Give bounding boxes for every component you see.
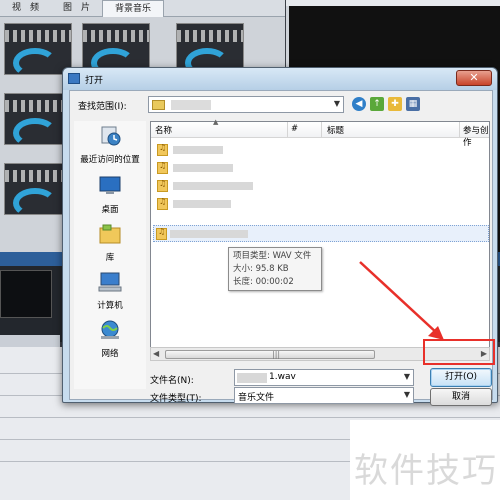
- filename-label: 文件名(N):: [150, 376, 194, 386]
- desktop-icon: [99, 176, 121, 194]
- place-label: 桌面: [101, 205, 119, 215]
- filetype-dropdown[interactable]: 音乐文件 ▼: [234, 387, 414, 404]
- tooltip-type: 项目类型: WAV 文件: [233, 251, 312, 261]
- place-label: 计算机: [97, 301, 123, 311]
- column-number[interactable]: #: [291, 124, 298, 134]
- template-thumbnail[interactable]: [4, 23, 72, 75]
- place-network[interactable]: 网络: [74, 319, 146, 359]
- timeline-slider[interactable]: [0, 335, 60, 347]
- dialog-title: 打开: [85, 76, 104, 86]
- background-tab-strip: 视 频 图 片 背景音乐: [0, 0, 285, 17]
- up-folder-icon[interactable]: ↑: [370, 97, 384, 111]
- file-row[interactable]: [153, 178, 343, 194]
- music-file-icon: [156, 227, 167, 240]
- places-bar: 最近访问的位置 桌面 库 计算机 网络: [74, 121, 146, 389]
- column-headers: 名称 ▲ # 标题 参与创作: [151, 118, 489, 148]
- file-row[interactable]: [153, 142, 343, 158]
- look-in-label: 查找范围(I):: [78, 102, 127, 112]
- place-label: 最近访问的位置: [80, 155, 140, 165]
- dialog-body: 查找范围(I): ▼ ◀ ↑ ✚ ▦ 最近访问的位置 桌面 库 计算机 网络 名…: [69, 90, 493, 406]
- place-label: 库: [105, 253, 115, 263]
- file-row[interactable]: [153, 160, 343, 176]
- tab-video[interactable]: 视 频: [0, 0, 51, 17]
- file-list[interactable]: 名称 ▲ # 标题 参与创作: [150, 118, 490, 361]
- place-desktop[interactable]: 桌面: [74, 175, 146, 215]
- tooltip-length: 长度: 00:00:02: [233, 277, 294, 287]
- blurred-folder-name: [171, 100, 211, 110]
- chevron-down-icon: ▼: [333, 99, 340, 108]
- music-file-icon: [157, 161, 168, 174]
- libraries-icon: [99, 224, 121, 244]
- scroll-thumb[interactable]: |||: [165, 350, 375, 359]
- horizontal-scrollbar[interactable]: ◀ ||| ▶: [150, 347, 490, 361]
- filename-input[interactable]: 1.wav ▼: [234, 369, 414, 386]
- network-icon: [101, 320, 119, 339]
- view-menu-icon[interactable]: ▦: [406, 97, 420, 111]
- filename-value: 1.wav: [269, 372, 296, 382]
- place-libraries[interactable]: 库: [74, 223, 146, 263]
- look-in-dropdown[interactable]: ▼: [148, 96, 344, 113]
- music-file-icon: [157, 197, 168, 210]
- blurred-filename-prefix: [237, 373, 267, 383]
- cancel-button[interactable]: 取消: [430, 388, 492, 406]
- filetype-value: 音乐文件: [238, 393, 275, 403]
- back-icon[interactable]: ◀: [352, 97, 366, 111]
- dialog-title-bar[interactable]: 打开 ✕: [63, 68, 497, 90]
- scroll-grip: |||: [272, 350, 281, 359]
- close-button[interactable]: ✕: [456, 70, 492, 86]
- column-name[interactable]: 名称: [155, 124, 172, 136]
- watermark-text: 软件技巧: [354, 451, 498, 491]
- place-label: 网络: [101, 349, 119, 359]
- chevron-down-icon: ▼: [403, 390, 410, 399]
- preview-top-bar: [286, 0, 500, 6]
- filetype-label: 文件类型(T):: [150, 394, 202, 404]
- tooltip-size: 大小: 95.8 KB: [233, 264, 289, 274]
- scroll-left-icon[interactable]: ◀: [153, 349, 159, 358]
- music-file-icon: [157, 179, 168, 192]
- column-contributor[interactable]: 参与创作: [463, 124, 489, 148]
- app-icon: [68, 73, 80, 84]
- file-info-tooltip: 项目类型: WAV 文件 大小: 95.8 KB 长度: 00:00:02: [228, 247, 322, 291]
- place-recent[interactable]: 最近访问的位置: [74, 125, 146, 165]
- audio-waveform-thumbnail[interactable]: [0, 270, 52, 318]
- navigation-toolbar: ◀ ↑ ✚ ▦: [352, 97, 420, 111]
- tab-image[interactable]: 图 片: [51, 0, 102, 17]
- chevron-down-icon[interactable]: ▼: [404, 372, 410, 381]
- sort-indicator-icon: ▲: [213, 118, 219, 126]
- file-row[interactable]: [153, 196, 343, 212]
- tab-background-music[interactable]: 背景音乐: [102, 0, 165, 17]
- scroll-right-icon[interactable]: ▶: [481, 349, 487, 358]
- folder-icon: [152, 100, 165, 110]
- place-computer[interactable]: 计算机: [74, 271, 146, 311]
- music-file-icon: [157, 143, 168, 156]
- selected-file-row[interactable]: [153, 225, 489, 242]
- computer-icon: [98, 272, 122, 292]
- new-folder-icon[interactable]: ✚: [388, 97, 402, 111]
- open-button[interactable]: 打开(O): [430, 368, 492, 387]
- recent-places-icon: [101, 126, 121, 146]
- open-file-dialog: 打开 ✕ 查找范围(I): ▼ ◀ ↑ ✚ ▦ 最近访问的位置 桌面 库 计算机…: [62, 67, 498, 406]
- column-title[interactable]: 标题: [327, 124, 344, 136]
